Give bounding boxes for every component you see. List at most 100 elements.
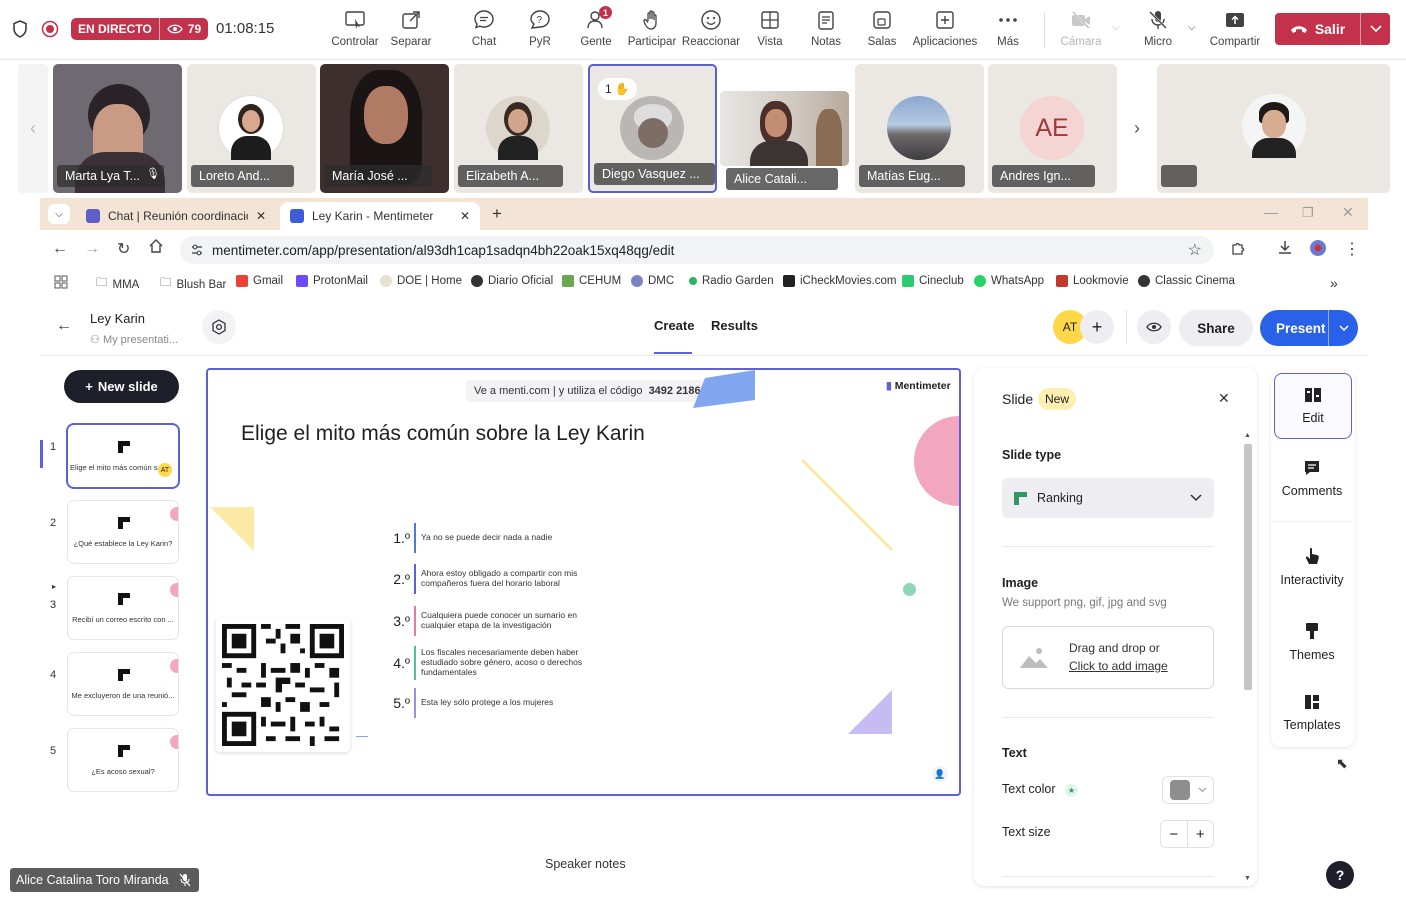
leave-options-chevron-icon[interactable] [1360, 13, 1390, 45]
pop-out-button[interactable]: Separar [381, 8, 441, 54]
apps-grid-icon[interactable] [54, 275, 68, 289]
download-icon[interactable] [1277, 239, 1293, 258]
raise-hand-button[interactable]: Participar [622, 8, 682, 54]
share-screen-button[interactable]: Compartir [1205, 8, 1265, 54]
url-input[interactable]: mentimeter.com/app/presentation/al93dh1c… [180, 236, 1214, 264]
add-collaborator-icon[interactable]: + [1080, 310, 1114, 344]
bookmark-item[interactable]: Radio Garden [689, 275, 774, 287]
templates-tool-button[interactable]: Templates [1272, 683, 1352, 743]
strip-next-chevron-icon[interactable]: › [1122, 64, 1152, 193]
participant-tile[interactable]: AE Andres Ign... [988, 64, 1117, 193]
speaker-notes-toggle[interactable]: Speaker notes [545, 857, 626, 871]
participant-tile[interactable]: Matías Eug... [855, 64, 984, 193]
collapse-arrow-icon[interactable]: ▸ [52, 582, 56, 591]
ranking-item[interactable]: 5.º Esta ley sólo protege a los mujeres [386, 688, 596, 718]
back-icon[interactable]: ← [52, 240, 68, 258]
slide-thumbnail[interactable]: Me excluyeron de una reunió... [68, 653, 178, 715]
decrease-text-size-icon[interactable]: − [1161, 821, 1188, 847]
scroll-up-icon[interactable]: ▲ [1244, 432, 1251, 439]
tab-create[interactable]: Create [654, 318, 694, 333]
settings-button[interactable] [202, 310, 236, 344]
forward-icon[interactable]: → [84, 240, 100, 258]
slide-canvas[interactable]: Ve a menti.com | y utiliza el código 349… [206, 368, 961, 796]
tab-close-icon[interactable]: ✕ [460, 209, 470, 223]
slide-thumbnail[interactable]: Elige el mito más común s AT [68, 425, 178, 487]
slide-title[interactable]: Elige el mito más común sobre la Ley Kar… [241, 422, 645, 446]
control-button[interactable]: Controlar [325, 8, 385, 54]
present-options-chevron-icon[interactable] [1328, 310, 1358, 346]
tab-search-chevron-icon[interactable]: ⌵ [48, 204, 70, 224]
add-image-link[interactable]: Click to add image [1069, 659, 1168, 673]
bookmark-item[interactable]: DMC [631, 275, 674, 287]
participant-tile[interactable]: Loreto And... [187, 64, 316, 193]
comments-tool-button[interactable]: Comments [1272, 448, 1352, 510]
participant-tile-speaking[interactable]: 1 ✋ Diego Vasquez ... [588, 64, 717, 193]
scrollbar-thumb[interactable] [1244, 444, 1252, 690]
extensions-icon[interactable] [1230, 240, 1246, 259]
new-tab-icon[interactable]: + [492, 204, 502, 224]
strip-prev-chevron-icon[interactable]: ‹ [18, 64, 48, 193]
minimize-icon[interactable]: — [1264, 204, 1278, 220]
rooms-button[interactable]: Salas [852, 8, 912, 54]
themes-tool-button[interactable]: Themes [1272, 608, 1352, 676]
ranking-item[interactable]: 4.º Los fiscales necesariamente deben ha… [386, 646, 596, 680]
bookmark-item[interactable]: CEHUM [562, 275, 621, 287]
participant-tile[interactable]: Marta Lya T... [53, 64, 182, 193]
apps-button[interactable]: Aplicaciones [913, 8, 977, 54]
close-window-icon[interactable]: ✕ [1342, 204, 1354, 221]
browser-tab-active[interactable]: Ley Karin - Mentimeter ✕ [280, 202, 480, 230]
bookmark-item[interactable]: Diario Oficial [471, 275, 553, 287]
site-settings-icon[interactable] [190, 243, 204, 260]
chat-button[interactable]: Chat [454, 8, 514, 54]
slide-type-select[interactable]: Ranking [1002, 478, 1214, 518]
self-view-tile[interactable] [1157, 64, 1390, 193]
camera-button[interactable]: Cámara [1051, 8, 1111, 54]
bookmark-item[interactable]: iCheckMovies.com [783, 275, 897, 287]
bookmarks-overflow-icon[interactable]: » [1330, 275, 1338, 291]
help-button[interactable]: ? [1326, 861, 1354, 889]
text-size-stepper[interactable]: − + [1160, 820, 1214, 848]
tab-results[interactable]: Results [711, 318, 758, 333]
image-dropzone[interactable]: Drag and drop or Click to add image [1002, 626, 1214, 689]
presentation-title[interactable]: Ley Karin [90, 311, 145, 326]
notes-button[interactable]: Notas [796, 8, 856, 54]
leave-main[interactable]: Salir [1275, 21, 1360, 37]
participant-tile[interactable] [720, 91, 849, 166]
bookmark-item[interactable]: DOE | Home [380, 275, 462, 287]
preview-button[interactable] [1137, 310, 1171, 344]
slide-thumbnail[interactable]: ¿Es acoso sexual? [68, 729, 178, 791]
profile-avatar[interactable] [1310, 240, 1326, 256]
camera-options-chevron-icon[interactable]: ⌵ [1112, 22, 1120, 33]
mic-options-chevron-icon[interactable]: ⌵ [1188, 22, 1196, 33]
participant-tile[interactable]: María José ... [320, 64, 449, 193]
edit-tool-button[interactable]: Edit [1274, 373, 1352, 439]
view-button[interactable]: Vista [740, 8, 800, 54]
bookmark-item[interactable]: Cineclub [902, 275, 964, 287]
present-button[interactable]: Present [1260, 310, 1358, 346]
bookmark-item[interactable]: 🗀 MMA [96, 275, 139, 294]
close-panel-icon[interactable]: ✕ [1218, 390, 1230, 407]
more-button[interactable]: Más [978, 8, 1038, 54]
slide-thumbnail[interactable]: Recibí un correo escrito con ... [68, 577, 178, 639]
mic-button[interactable]: Micro [1128, 8, 1188, 54]
bookmark-item[interactable]: Lookmovie [1056, 275, 1129, 287]
participant-tile[interactable]: Elizabeth A... [454, 64, 583, 193]
browser-menu-icon[interactable]: ⋮ [1344, 239, 1360, 259]
breadcrumb[interactable]: ⚇ My presentati... [90, 333, 178, 346]
share-button[interactable]: Share [1179, 310, 1253, 346]
qa-button[interactable]: ? PyR [510, 8, 570, 54]
text-color-picker[interactable] [1162, 776, 1214, 804]
ranking-item[interactable]: 2.º Ahora estoy obligado a compartir con… [386, 564, 596, 594]
bookmark-item[interactable]: ProtonMail [296, 275, 368, 287]
slide-thumbnail[interactable]: ¿Qué establece la Ley Karin? [68, 501, 178, 563]
panel-scrollbar[interactable]: ▲ ▼ [1244, 432, 1252, 888]
bookmark-item[interactable]: Gmail [236, 275, 283, 287]
ranking-item[interactable]: 3.º Cualquiera puede conocer un sumario … [386, 606, 596, 636]
bookmark-item[interactable]: 🗀 Blush Bar [160, 275, 226, 294]
people-button[interactable]: 1 Gente [566, 6, 626, 54]
reload-icon[interactable]: ↻ [117, 239, 130, 259]
live-badge[interactable]: EN DIRECTO 79 [71, 18, 209, 40]
increase-text-size-icon[interactable]: + [1188, 821, 1214, 847]
bookmark-item[interactable]: WhatsApp [974, 275, 1044, 287]
maximize-icon[interactable]: ❐ [1302, 205, 1314, 221]
